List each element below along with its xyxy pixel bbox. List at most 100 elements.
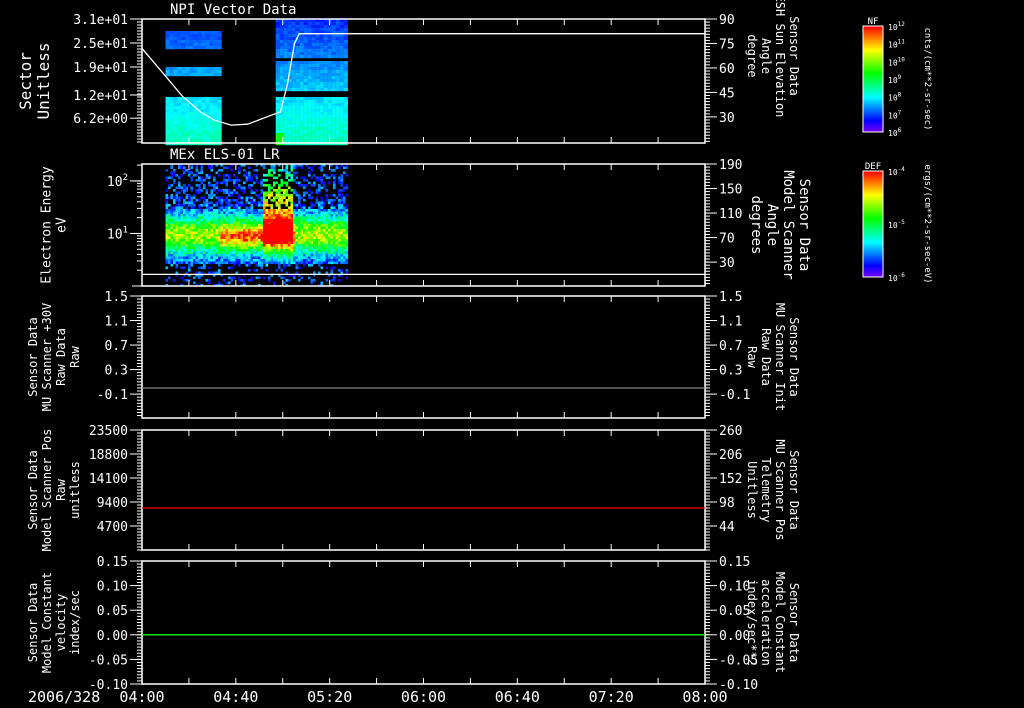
spectrogram-cell [265, 241, 269, 245]
spectrogram-cell [313, 184, 316, 187]
spectrogram-cell [205, 43, 210, 47]
spectrogram-cell [308, 261, 311, 265]
spectrogram-cell [319, 103, 324, 107]
spectrogram-cell [240, 239, 244, 242]
spectrogram-cell [175, 186, 179, 190]
spectrogram-cell [210, 271, 214, 275]
spectrogram-cell [245, 254, 249, 257]
spectrogram-cell [178, 236, 181, 240]
spectrogram-cell [335, 209, 339, 212]
spectrogram-cell [235, 206, 239, 210]
spectrogram-cell [323, 73, 328, 77]
spectrogram-cell [260, 204, 264, 207]
spectrogram-cell [245, 246, 249, 250]
spectrogram-cell [333, 261, 336, 265]
spectrogram-cell [331, 52, 336, 56]
spectrogram-cell [338, 199, 341, 202]
spectrogram-cell [200, 219, 204, 222]
spectrogram-cell [230, 261, 234, 265]
spectrogram-cell [343, 219, 346, 222]
spectrogram-cell [273, 234, 276, 237]
spectrogram-cell [298, 194, 301, 197]
spectrogram-cell [188, 214, 191, 217]
spectrogram-cell [250, 254, 254, 257]
spectrogram-cell [180, 276, 184, 280]
spectrogram-cell [299, 130, 304, 134]
spectrogram-cell [325, 249, 329, 252]
spectrogram-cell [323, 216, 326, 220]
spectrogram-cell [265, 201, 269, 205]
spectrogram-cell [195, 219, 199, 222]
spectrogram-cell [180, 254, 184, 257]
spectrogram-cell [333, 229, 336, 232]
spectrogram-cell [173, 40, 178, 44]
spectrogram-cell [291, 118, 296, 122]
spectrogram-cell [203, 234, 206, 237]
spectrogram-cell [283, 281, 286, 285]
spectrogram-cell [331, 46, 336, 50]
spectrogram-cell [287, 52, 292, 56]
spectrogram-cell [298, 244, 301, 247]
spectrogram-cell [290, 239, 294, 242]
spectrogram-cell [335, 25, 340, 29]
spectrogram-cell [178, 244, 181, 247]
spectrogram-cell [345, 259, 349, 262]
spectrogram-cell [243, 231, 246, 235]
spectrogram-cell [250, 214, 254, 217]
spectrogram-cell [218, 216, 221, 220]
spectrogram-cell [173, 219, 176, 222]
spectrogram-cell [183, 254, 186, 257]
spectrogram-cell [323, 226, 326, 230]
spectrogram-cell [245, 174, 249, 177]
spectrogram-cell [291, 109, 296, 113]
spectrogram-cell [225, 211, 229, 215]
spectrogram-cell [230, 199, 234, 202]
spectrogram-cell [320, 261, 324, 265]
spectrogram-cell [210, 201, 214, 205]
spectrogram-cell [308, 234, 311, 237]
spectrogram-cell [248, 211, 251, 215]
spectrogram-cell [248, 246, 251, 250]
spectrogram-cell [248, 259, 251, 262]
spectrogram-cell [273, 216, 276, 220]
spectrogram-cell [165, 130, 170, 134]
spectrogram-cell [335, 241, 339, 245]
spectrogram-cell [335, 43, 340, 47]
spectrogram-cell [303, 85, 308, 89]
spectrogram-cell [250, 236, 254, 240]
spectrogram-cell [308, 246, 311, 250]
spectrogram-cell [285, 214, 289, 217]
spectrogram-cell [198, 234, 201, 237]
spectrogram-cell [340, 196, 344, 200]
spectrogram-cell [228, 244, 231, 247]
spectrogram-cell [208, 209, 211, 212]
spectrogram-cell [335, 231, 339, 235]
spectrogram-cell [181, 37, 186, 41]
spectrogram-cell [283, 251, 286, 255]
spectrogram-cell [287, 34, 292, 38]
spectrogram-cell [215, 256, 219, 260]
spectrogram-cell [339, 79, 344, 83]
spectrogram-cell [323, 103, 328, 107]
spectrogram-cell [311, 124, 316, 128]
spectrogram-cell [208, 216, 211, 220]
spectrogram-cell [319, 37, 324, 41]
spectrogram-cell [338, 251, 341, 255]
spectrogram-cell [283, 106, 288, 110]
tick-label: 23500 [89, 424, 128, 439]
spectrogram-cell [298, 229, 301, 232]
spectrogram-cell [310, 191, 314, 195]
spectrogram-cell [168, 224, 171, 227]
spectrogram-cell [198, 186, 201, 190]
spectrogram-cell [258, 231, 261, 235]
spectrogram-cell [258, 214, 261, 217]
spectrogram-cell [248, 229, 251, 232]
spectrogram-cell [255, 229, 259, 232]
spectrogram-cell [185, 239, 189, 242]
spectrogram-cell [288, 196, 291, 200]
spectrogram-cell [318, 236, 321, 240]
spectrogram-cell [298, 239, 301, 242]
spectrogram-cell [303, 109, 308, 113]
spectrogram-cell [213, 43, 218, 47]
spectrogram-cell [208, 241, 211, 245]
